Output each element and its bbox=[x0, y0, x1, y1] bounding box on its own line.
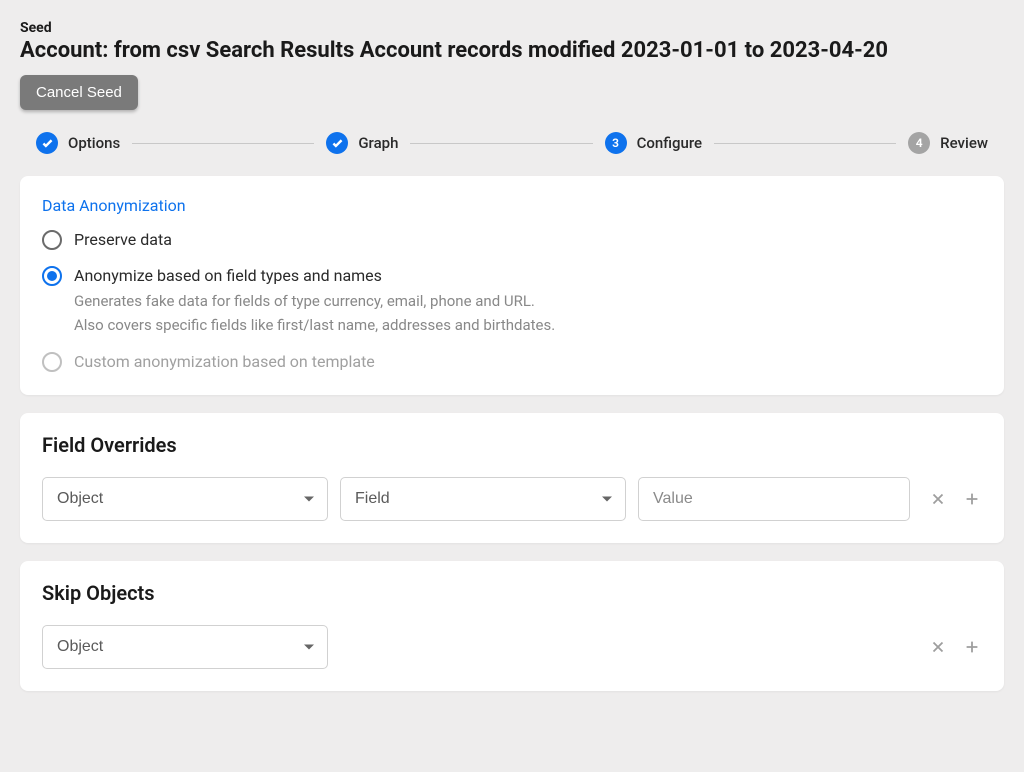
field-override-row: Object Field bbox=[42, 477, 982, 521]
step-graph[interactable]: Graph bbox=[326, 132, 398, 154]
step-label: Options bbox=[68, 134, 120, 152]
step-connector bbox=[410, 143, 592, 144]
data-anonymization-card: Data Anonymization Preserve data Anonymi… bbox=[20, 176, 1004, 395]
field-overrides-title: Field Overrides bbox=[42, 433, 982, 457]
radio-label: Preserve data bbox=[74, 229, 172, 251]
step-options[interactable]: Options bbox=[36, 132, 120, 154]
field-select-button[interactable]: Field bbox=[340, 477, 626, 521]
step-connector bbox=[132, 143, 314, 144]
anonymization-radio-group: Preserve data Anonymize based on field t… bbox=[42, 229, 982, 373]
step-label: Configure bbox=[637, 134, 702, 152]
checkmark-icon bbox=[36, 132, 58, 154]
row-actions bbox=[928, 637, 982, 657]
skip-object-select[interactable]: Object bbox=[42, 625, 328, 669]
radio-description: Generates fake data for fields of type c… bbox=[74, 290, 555, 313]
skip-object-select-button[interactable]: Object bbox=[42, 625, 328, 669]
radio-description: Also covers specific fields like first/l… bbox=[74, 314, 555, 337]
radio-label: Custom anonymization based on template bbox=[74, 351, 375, 373]
remove-row-icon[interactable] bbox=[928, 489, 948, 509]
add-row-icon[interactable] bbox=[962, 489, 982, 509]
skip-object-row: Object bbox=[42, 625, 982, 669]
row-actions bbox=[928, 489, 982, 509]
step-label: Review bbox=[940, 134, 988, 152]
radio-icon[interactable] bbox=[42, 266, 62, 286]
object-select[interactable]: Object bbox=[42, 477, 328, 521]
step-connector bbox=[714, 143, 896, 144]
step-configure[interactable]: 3 Configure bbox=[605, 132, 702, 154]
anonymization-section-title: Data Anonymization bbox=[42, 196, 982, 215]
add-row-icon[interactable] bbox=[962, 637, 982, 657]
remove-row-icon[interactable] bbox=[928, 637, 948, 657]
field-overrides-card: Field Overrides Object Field bbox=[20, 413, 1004, 543]
value-input[interactable] bbox=[638, 477, 910, 521]
skip-objects-card: Skip Objects Object bbox=[20, 561, 1004, 691]
seed-label: Seed bbox=[20, 20, 1004, 36]
cancel-seed-button[interactable]: Cancel Seed bbox=[20, 75, 138, 110]
page-title: Account: from csv Search Results Account… bbox=[20, 38, 1004, 63]
step-label: Graph bbox=[358, 134, 398, 152]
skip-objects-title: Skip Objects bbox=[42, 581, 982, 605]
field-select[interactable]: Field bbox=[340, 477, 626, 521]
checkmark-icon bbox=[326, 132, 348, 154]
radio-preserve-data[interactable]: Preserve data bbox=[42, 229, 982, 251]
radio-custom-anonymization: Custom anonymization based on template bbox=[42, 351, 982, 373]
step-number-icon: 4 bbox=[908, 132, 930, 154]
step-review[interactable]: 4 Review bbox=[908, 132, 988, 154]
radio-anonymize-by-type[interactable]: Anonymize based on field types and names… bbox=[42, 265, 982, 336]
radio-label: Anonymize based on field types and names bbox=[74, 265, 555, 287]
radio-icon[interactable] bbox=[42, 230, 62, 250]
wizard-stepper: Options Graph 3 Configure 4 Review bbox=[20, 132, 1004, 154]
step-number-icon: 3 bbox=[605, 132, 627, 154]
object-select-button[interactable]: Object bbox=[42, 477, 328, 521]
radio-icon bbox=[42, 352, 62, 372]
